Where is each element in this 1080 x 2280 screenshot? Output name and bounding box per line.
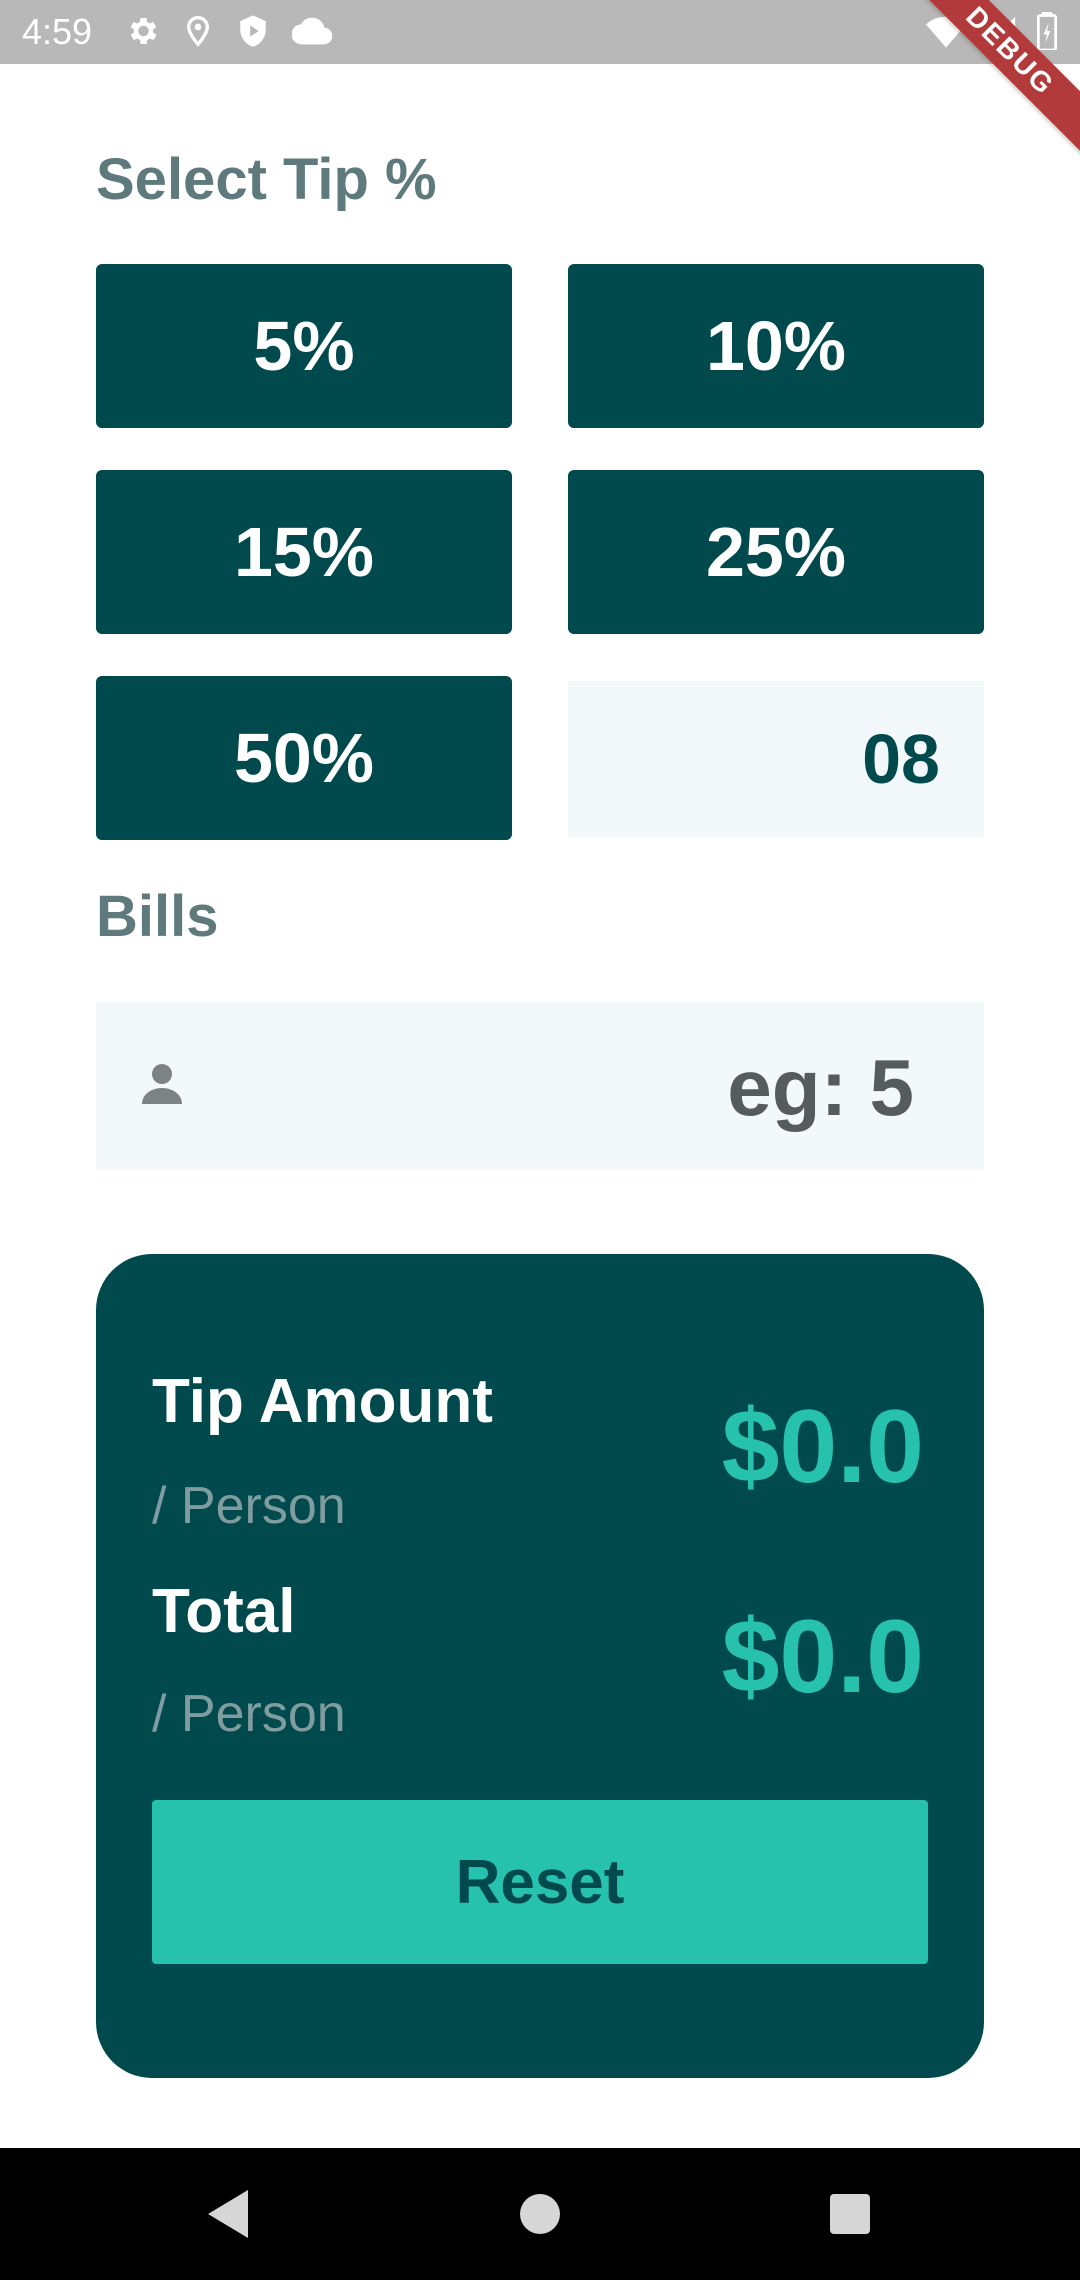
location-icon [182,13,214,49]
total-label: Total [152,1577,296,1646]
result-card: Tip Amount / Person $0.0 Total / Person … [96,1254,984,2078]
status-time: 4:59 [22,11,93,52]
navigation-bar [0,2148,1080,2280]
recents-icon[interactable] [828,2186,872,2247]
person-icon [138,1060,186,1113]
tip-option-15[interactable]: 15% [96,470,512,634]
total-value: $0.0 [721,1599,924,1715]
tip-calculator-screen: 4:59 DEBUG Select Tip % 5% 10% 15% 25% 5… [0,0,1080,2280]
bills-input[interactable]: eg: 5 [96,1002,984,1170]
select-tip-title: Select Tip % [96,147,437,212]
tip-amount-value: $0.0 [721,1389,924,1505]
back-icon[interactable] [204,2186,252,2247]
tip-option-25[interactable]: 25% [568,470,984,634]
reset-button[interactable]: Reset [152,1800,928,1964]
total-per-person: / Person [152,1685,346,1743]
cloud-icon [292,16,332,46]
home-icon[interactable] [518,2186,562,2247]
tip-option-5[interactable]: 5% [96,264,512,428]
bills-title: Bills [96,884,219,949]
tip-amount-per-person: / Person [152,1477,346,1535]
bills-placeholder: eg: 5 [727,1043,914,1132]
status-icons-left [124,12,332,50]
tip-amount-label: Tip Amount [152,1367,493,1436]
tip-option-50[interactable]: 50% [96,676,512,840]
status-bar: 4:59 DEBUG [0,0,1080,158]
gear-icon [124,13,160,49]
shield-play-icon [236,12,270,50]
tip-option-10[interactable]: 10% [568,264,984,428]
custom-tip-input[interactable]: 08 [568,681,984,837]
battery-icon [1036,12,1058,50]
